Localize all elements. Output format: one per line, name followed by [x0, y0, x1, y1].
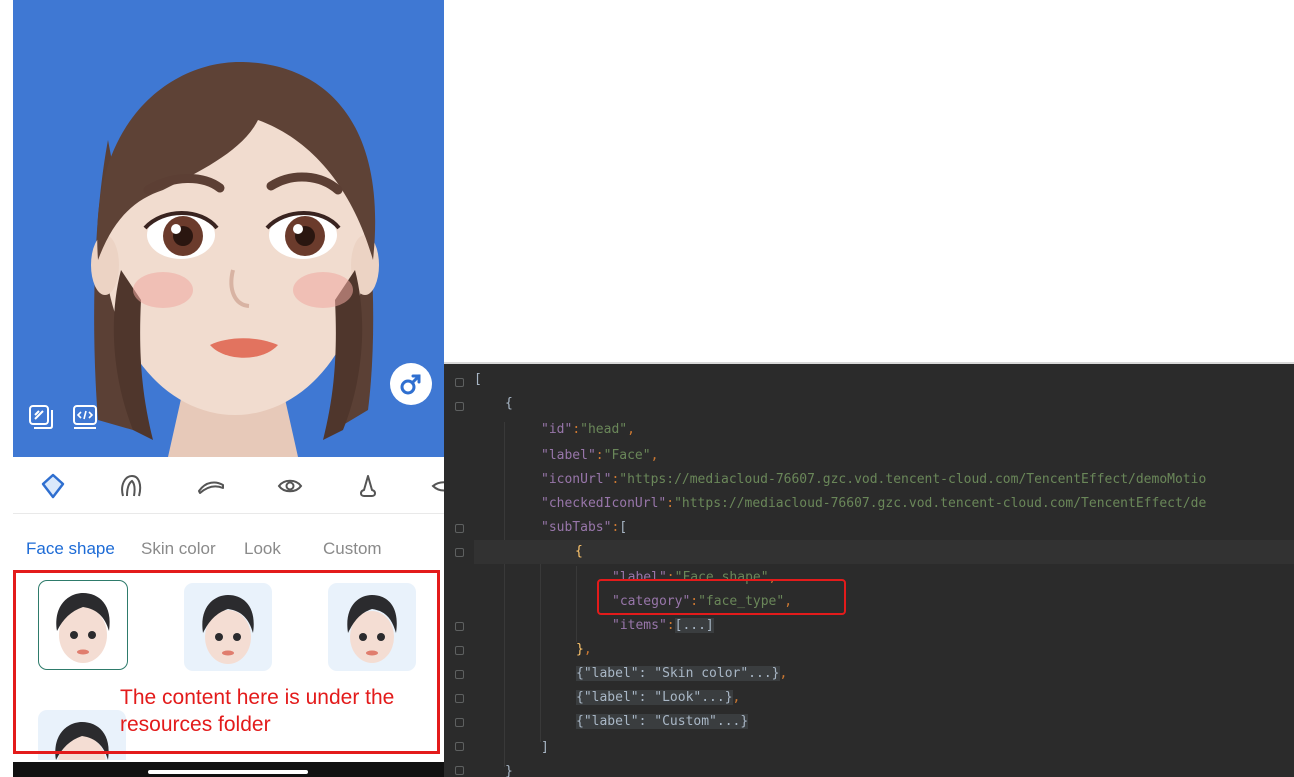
tab-look[interactable]: Look — [244, 539, 281, 559]
face-shape-icon[interactable] — [38, 471, 68, 501]
eye-icon[interactable] — [275, 471, 305, 501]
code-line[interactable]: ] — [541, 736, 549, 760]
fold-marker-icon[interactable] — [455, 694, 464, 703]
indent-guide — [576, 566, 577, 642]
avatar-illustration — [91, 61, 379, 457]
system-nav-bar — [13, 762, 444, 777]
eyebrow-icon[interactable] — [196, 471, 226, 501]
tab-skin-color[interactable]: Skin color — [141, 539, 216, 559]
editor-gutter — [444, 364, 474, 777]
code-annotation-box — [597, 579, 846, 615]
fold-marker-icon[interactable] — [455, 622, 464, 631]
fold-marker-icon[interactable] — [455, 742, 464, 751]
fold-marker-icon[interactable] — [455, 670, 464, 679]
fold-marker-icon[interactable] — [455, 718, 464, 727]
fold-marker-icon[interactable] — [455, 378, 464, 387]
code-export-icon[interactable] — [71, 403, 99, 431]
avatar-preview[interactable] — [13, 0, 444, 457]
folded-block: {"label": "Custom"...} — [576, 714, 749, 729]
fold-marker-icon[interactable] — [455, 548, 464, 557]
subtab-bar: Face shape Skin color Look Custom — [13, 530, 444, 566]
code-line[interactable]: [ — [474, 368, 482, 392]
gender-toggle-button[interactable] — [390, 363, 432, 405]
fold-marker-icon[interactable] — [455, 402, 464, 411]
hair-icon[interactable] — [116, 471, 146, 501]
code-line[interactable]: "label":"Face", — [541, 444, 658, 468]
code-line[interactable]: } — [505, 760, 513, 777]
export-icon[interactable] — [27, 403, 55, 431]
code-line[interactable]: "subTabs":[ — [541, 516, 627, 540]
fold-marker-icon[interactable] — [455, 766, 464, 775]
fold-marker-icon[interactable] — [455, 646, 464, 655]
fold-marker-icon[interactable] — [455, 524, 464, 533]
male-symbol-icon — [400, 374, 421, 395]
code-editor: [ { "id":"head", "label":"Face", "iconUr… — [444, 362, 1294, 777]
code-line[interactable]: {"label": "Skin color"...}, — [576, 662, 787, 686]
code-line[interactable]: {"label": "Look"...}, — [576, 686, 740, 710]
mouth-icon[interactable] — [427, 471, 444, 501]
tab-face-shape[interactable]: Face shape — [26, 539, 115, 559]
tab-custom[interactable]: Custom — [323, 539, 382, 559]
nose-icon[interactable] — [353, 471, 383, 501]
annotation-text: The content here is under the resources … — [120, 684, 420, 738]
home-indicator[interactable] — [148, 770, 308, 774]
code-line[interactable]: "checkedIconUrl":"https://mediacloud-766… — [541, 492, 1206, 516]
annotation-line: resources folder — [120, 713, 271, 736]
folded-block: [...] — [674, 618, 714, 633]
editor-border — [444, 362, 1294, 364]
code-line[interactable]: "items":[...] — [612, 614, 714, 638]
code-line[interactable]: }, — [576, 638, 592, 662]
indent-guide — [540, 542, 541, 742]
folded-block: {"label": "Look"...} — [576, 690, 733, 705]
code-line[interactable]: { — [505, 392, 513, 416]
folded-block: {"label": "Skin color"...} — [576, 666, 780, 681]
category-bar — [13, 457, 444, 514]
annotation-line: The content here is under the — [120, 686, 395, 709]
code-line[interactable]: {"label": "Custom"...} — [576, 710, 749, 734]
code-line[interactable]: "iconUrl":"https://mediacloud-76607.gzc.… — [541, 468, 1206, 492]
code-line[interactable]: "id":"head", — [541, 418, 635, 442]
code-line-current[interactable]: { — [474, 540, 1294, 564]
indent-guide — [504, 422, 505, 767]
